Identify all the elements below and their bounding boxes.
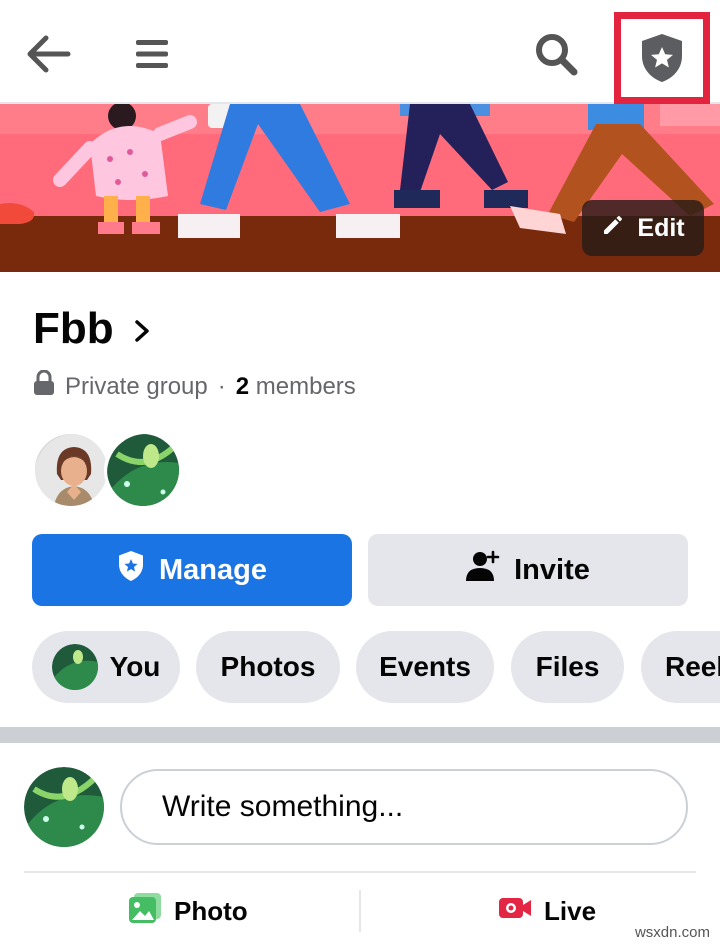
member-avatars[interactable] xyxy=(32,431,192,511)
group-tabs: You Photos Events Files Reel xyxy=(0,631,720,703)
avatar[interactable] xyxy=(24,767,104,847)
top-bar xyxy=(0,0,720,104)
members-label: members xyxy=(255,372,356,400)
avatar[interactable] xyxy=(32,431,110,509)
pencil-icon xyxy=(601,213,625,244)
manage-button[interactable]: Manage xyxy=(32,534,352,606)
section-divider xyxy=(0,727,720,743)
photo-button[interactable]: Photo xyxy=(128,890,248,932)
composer-placeholder: Write something... xyxy=(162,790,404,823)
tab-label: Files xyxy=(535,651,600,682)
write-something-input[interactable]: Write something... xyxy=(120,769,688,845)
live-label: Live xyxy=(544,895,597,926)
avatar[interactable] xyxy=(104,431,182,509)
member-count: 2 xyxy=(235,372,250,400)
add-person-icon xyxy=(466,550,500,590)
tab-files[interactable]: Files xyxy=(511,631,624,703)
photo-icon xyxy=(128,892,162,931)
group-title: Fbb xyxy=(33,304,114,353)
meta-separator: · xyxy=(217,372,226,400)
back-arrow-icon[interactable] xyxy=(18,24,78,84)
live-button[interactable]: Live xyxy=(498,890,596,932)
invite-button[interactable]: Invite xyxy=(368,534,688,606)
group-name-link[interactable]: Fbb xyxy=(33,304,150,354)
tab-reels[interactable]: Reel xyxy=(641,631,720,703)
tab-label: Events xyxy=(379,651,471,682)
admin-shield-icon[interactable] xyxy=(614,12,710,104)
avatar xyxy=(51,644,98,690)
search-icon[interactable] xyxy=(526,24,586,84)
action-divider xyxy=(359,890,361,932)
edit-label: Edit xyxy=(637,213,685,242)
video-camera-icon xyxy=(498,895,532,928)
menu-icon[interactable] xyxy=(122,24,182,84)
manage-label: Manage xyxy=(159,553,267,586)
shield-star-icon xyxy=(117,550,145,590)
tab-events[interactable]: Events xyxy=(356,631,494,703)
invite-label: Invite xyxy=(514,553,590,586)
privacy-label: Private group xyxy=(65,372,208,400)
tab-you[interactable]: You xyxy=(32,631,180,703)
lock-icon xyxy=(33,369,55,403)
edit-cover-button[interactable]: Edit xyxy=(582,200,704,256)
composer-divider xyxy=(24,871,696,873)
tab-label: Photos xyxy=(220,651,316,682)
photo-label: Photo xyxy=(174,895,248,926)
tab-label: You xyxy=(109,651,161,682)
group-meta: Private group · 2 members xyxy=(33,369,356,403)
tab-photos[interactable]: Photos xyxy=(196,631,340,703)
tab-label: Reel xyxy=(665,651,720,682)
chevron-right-icon xyxy=(134,304,150,354)
watermark: wsxdn.com xyxy=(634,924,710,941)
